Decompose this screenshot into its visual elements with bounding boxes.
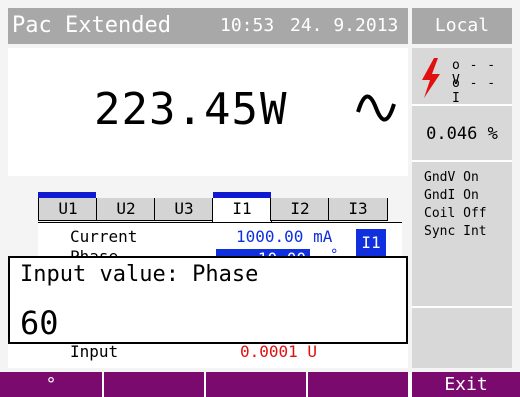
status-sync: Sync Int: [424, 224, 487, 239]
softkey-bar: ° Exit: [0, 372, 520, 397]
hidden-row: Input 0.0001 U: [8, 342, 408, 368]
status-panel: o - - V o - - I 0.046 % GndV On GndI On …: [412, 48, 512, 368]
clock-time: 10:53: [220, 15, 275, 36]
active-tab-marker: [213, 192, 271, 198]
dialog-title: Input value: Phase: [20, 262, 259, 287]
power-value: 223.45: [94, 84, 259, 135]
clock-date: 24. 9.2013: [290, 15, 399, 36]
input-value: 0.0001 U: [240, 342, 318, 361]
status-coil: Coil Off: [424, 206, 487, 221]
status-gndi: GndI On: [424, 188, 479, 203]
softkey-2[interactable]: [104, 372, 204, 397]
separator: [412, 104, 512, 106]
tab-marker: [38, 192, 96, 198]
tab-u1[interactable]: U1: [38, 198, 98, 221]
tab-u2[interactable]: U2: [96, 198, 156, 221]
output-terminals: o - - V o - - I: [418, 56, 510, 106]
title-bar: Pac Extended 10:53 24. 9.2013: [8, 8, 408, 44]
sine-wave-icon: [356, 94, 396, 122]
separator: [412, 160, 512, 162]
tab-i1[interactable]: I1: [212, 192, 272, 224]
channel-badge: I1: [356, 229, 386, 257]
tab-i3[interactable]: I3: [328, 198, 388, 221]
lightning-bolt-icon: [422, 58, 440, 98]
tab-label: U3: [174, 199, 194, 218]
input-dialog[interactable]: Input value: Phase 60: [8, 256, 408, 344]
app-title: Pac Extended: [12, 13, 171, 38]
channel-tabs: U1 U2 U3 I1 I2 I3: [38, 192, 402, 224]
tab-label: U2: [116, 199, 136, 218]
softkey-label: Exit: [444, 374, 488, 395]
tab-label: I1: [232, 199, 252, 218]
local-mode-indicator: Local: [412, 8, 512, 44]
exit-button[interactable]: Exit: [412, 372, 520, 397]
status-gndv: GndV On: [424, 170, 479, 185]
tab-label: I3: [348, 199, 368, 218]
dialog-input-value[interactable]: 60: [20, 304, 59, 342]
tab-label: U1: [58, 199, 78, 218]
softkey-degree[interactable]: °: [0, 372, 102, 397]
softkey-3[interactable]: [206, 372, 306, 397]
tab-label: I2: [290, 199, 310, 218]
current-terminal-label: o - - I: [452, 76, 497, 106]
parameter-panel: Current 1000.00 mA Phase 10.00 ° I1: [38, 222, 402, 268]
current-label: Current: [70, 227, 138, 246]
softkey-4[interactable]: [308, 372, 408, 397]
softkey-label: °: [45, 374, 57, 395]
separator: [412, 306, 512, 308]
accuracy-value: 0.046 %: [426, 124, 498, 144]
current-value[interactable]: 1000.00 mA: [236, 227, 332, 246]
power-unit: W: [260, 84, 287, 135]
tab-i2[interactable]: I2: [270, 198, 330, 221]
tab-u3[interactable]: U3: [154, 198, 214, 221]
main-reading: 223.45 W: [8, 48, 408, 176]
input-label: Input: [70, 342, 119, 361]
instrument-screen: Pac Extended 10:53 24. 9.2013 Local 223.…: [0, 0, 520, 397]
